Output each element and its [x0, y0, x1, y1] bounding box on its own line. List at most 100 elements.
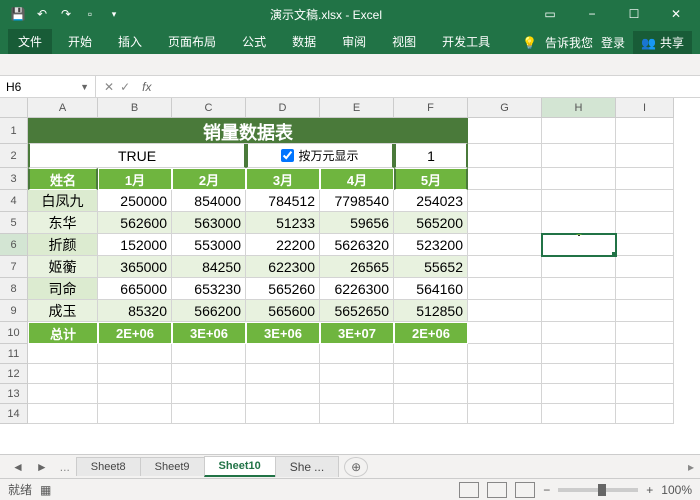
row-header-12[interactable]: 12	[0, 364, 28, 384]
col-header-E[interactable]: E	[320, 98, 394, 118]
cell[interactable]	[616, 364, 674, 384]
zoom-thumb[interactable]	[598, 484, 606, 496]
total-cell[interactable]: 3E+06	[172, 322, 246, 344]
cell[interactable]	[172, 384, 246, 404]
cell[interactable]	[542, 404, 616, 424]
tab-review[interactable]: 审阅	[332, 29, 376, 54]
data-cell[interactable]: 523200	[394, 234, 468, 256]
cell[interactable]	[468, 322, 542, 344]
cell[interactable]	[98, 384, 172, 404]
row-header-14[interactable]: 14	[0, 404, 28, 424]
cell[interactable]	[616, 256, 674, 278]
data-cell[interactable]: 152000	[98, 234, 172, 256]
maximize-icon[interactable]: ☐	[614, 0, 654, 28]
cell[interactable]	[246, 384, 320, 404]
row-header-1[interactable]: 1	[0, 118, 28, 144]
redo-icon[interactable]: ↷	[58, 6, 74, 22]
data-cell[interactable]: 250000	[98, 190, 172, 212]
close-icon[interactable]: ✕	[656, 0, 696, 28]
total-cell[interactable]: 2E+06	[394, 322, 468, 344]
cell[interactable]	[468, 278, 542, 300]
cell[interactable]	[246, 364, 320, 384]
checkbox-input[interactable]	[281, 149, 294, 162]
name-cell[interactable]: 司命	[28, 278, 98, 300]
data-cell[interactable]: 365000	[98, 256, 172, 278]
col-header-F[interactable]: F	[394, 98, 468, 118]
cell[interactable]	[542, 212, 616, 234]
total-label[interactable]: 总计	[28, 322, 98, 344]
table-header[interactable]: 1月	[98, 168, 172, 190]
data-cell[interactable]: 562600	[98, 212, 172, 234]
cell[interactable]	[98, 404, 172, 424]
name-cell[interactable]: 折颜	[28, 234, 98, 256]
undo-icon[interactable]: ↶	[34, 6, 50, 22]
data-cell[interactable]: 565600	[246, 300, 320, 322]
row-header-7[interactable]: 7	[0, 256, 28, 278]
cell[interactable]	[394, 404, 468, 424]
cell[interactable]	[616, 344, 674, 364]
cell[interactable]	[320, 344, 394, 364]
name-box[interactable]: H6 ▼	[0, 76, 96, 97]
checkbox-cell[interactable]: 按万元显示	[246, 144, 394, 168]
new-sheet-button[interactable]: ⊕	[344, 457, 368, 477]
data-cell[interactable]: 512850	[394, 300, 468, 322]
data-cell[interactable]: 26565	[320, 256, 394, 278]
normal-view-icon[interactable]	[459, 482, 479, 498]
record-macro-icon[interactable]: ▦	[40, 483, 51, 497]
save-icon[interactable]: 💾	[10, 6, 26, 22]
row-header-6[interactable]: 6	[0, 234, 28, 256]
zoom-level[interactable]: 100%	[661, 483, 692, 497]
cell[interactable]	[468, 168, 542, 190]
cell[interactable]	[616, 168, 674, 190]
formula-result[interactable]: TRUE	[28, 144, 246, 168]
cell[interactable]	[468, 212, 542, 234]
data-cell[interactable]: 55652	[394, 256, 468, 278]
cell[interactable]	[468, 144, 542, 168]
data-cell[interactable]: 22200	[246, 234, 320, 256]
login-link[interactable]: 登录	[601, 34, 625, 51]
cell[interactable]	[616, 384, 674, 404]
row-header-9[interactable]: 9	[0, 300, 28, 322]
col-header-C[interactable]: C	[172, 98, 246, 118]
cell[interactable]	[616, 300, 674, 322]
sheet-tab-10[interactable]: Sheet10	[204, 456, 276, 477]
display-wanyuan-checkbox[interactable]: 按万元显示	[281, 147, 358, 164]
tab-data[interactable]: 数据	[282, 29, 326, 54]
cell[interactable]	[542, 278, 616, 300]
qat-dropdown-icon[interactable]: ▾	[106, 6, 122, 22]
sheet-tab-8[interactable]: Sheet8	[76, 457, 141, 476]
select-all-triangle[interactable]	[0, 98, 28, 118]
cell[interactable]	[246, 344, 320, 364]
tab-home[interactable]: 开始	[58, 29, 102, 54]
table-title[interactable]: 销量数据表	[28, 118, 468, 144]
name-cell[interactable]: 白凤九	[28, 190, 98, 212]
col-header-G[interactable]: G	[468, 98, 542, 118]
cell[interactable]	[172, 404, 246, 424]
col-header-H[interactable]: H	[542, 98, 616, 118]
col-header-B[interactable]: B	[98, 98, 172, 118]
cell[interactable]	[616, 404, 674, 424]
ribbon-options-icon[interactable]: ▭	[530, 0, 570, 28]
cell[interactable]	[542, 300, 616, 322]
cell[interactable]	[394, 344, 468, 364]
name-cell[interactable]: 东华	[28, 212, 98, 234]
data-cell[interactable]: 622300	[246, 256, 320, 278]
name-cell[interactable]: 姬蘅	[28, 256, 98, 278]
worksheet-grid[interactable]: ABCDEFGHI 1销量数据表2TRUE 按万元显示13姓名1月2月3月4月5…	[0, 98, 700, 454]
data-cell[interactable]: 7798540	[320, 190, 394, 212]
tab-dev[interactable]: 开发工具	[432, 29, 500, 54]
cell[interactable]	[172, 344, 246, 364]
page-break-view-icon[interactable]	[515, 482, 535, 498]
data-cell[interactable]: 653230	[172, 278, 246, 300]
fx-icon[interactable]: fx	[138, 80, 155, 94]
data-cell[interactable]: 565260	[246, 278, 320, 300]
cell[interactable]	[320, 384, 394, 404]
cell[interactable]	[542, 190, 616, 212]
cell[interactable]	[468, 256, 542, 278]
formula-input[interactable]	[155, 76, 700, 97]
cell[interactable]	[98, 344, 172, 364]
data-cell[interactable]: 564160	[394, 278, 468, 300]
cell[interactable]	[468, 404, 542, 424]
data-cell[interactable]: 5626320	[320, 234, 394, 256]
cell[interactable]	[28, 344, 98, 364]
